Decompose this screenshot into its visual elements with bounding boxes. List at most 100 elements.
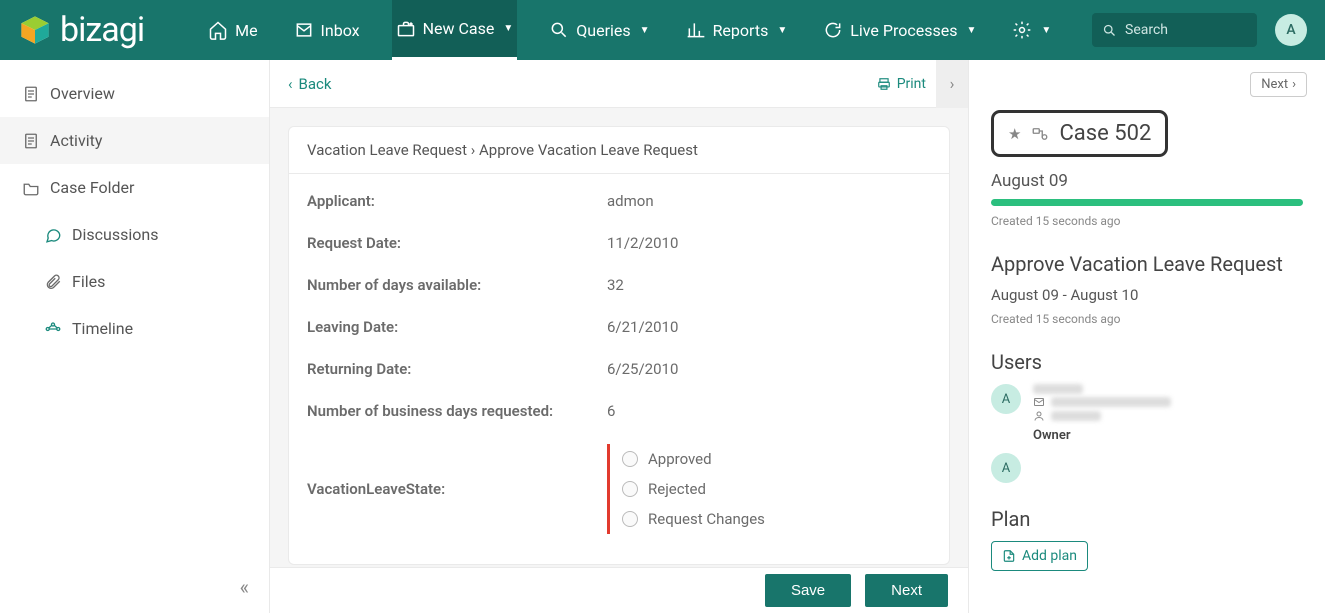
plan-heading: Plan <box>991 507 1303 531</box>
owner-label: Owner <box>1033 428 1171 443</box>
user-row-2: A <box>991 453 1303 483</box>
paperclip-icon <box>44 273 62 291</box>
search-input[interactable]: Search <box>1092 13 1257 47</box>
search-icon <box>1102 23 1117 38</box>
printer-icon <box>877 77 891 91</box>
sidebar-discussions[interactable]: Discussions <box>0 211 269 258</box>
brand-text: bizagi <box>60 10 144 50</box>
sidebar-label: Overview <box>50 84 115 103</box>
field-returning-date: Returning Date: 6/25/2010 <box>307 348 931 390</box>
radio-icon <box>622 481 638 497</box>
sidebar-label: Case Folder <box>50 178 134 197</box>
chevron-down-icon: ▼ <box>777 25 787 36</box>
chevron-down-icon: ▼ <box>966 25 976 36</box>
progress-bar <box>991 199 1303 206</box>
task-created-meta: Created 15 seconds ago <box>991 312 1303 326</box>
radio-request-changes[interactable]: Request Changes <box>622 504 765 534</box>
nav-new-case[interactable]: New Case ▼ <box>392 0 518 60</box>
case-date: August 09 <box>991 171 1303 191</box>
star-icon[interactable]: ★ <box>1008 125 1021 143</box>
user-avatar[interactable]: A <box>991 453 1021 483</box>
form-body: Applicant: admon Request Date: 11/2/2010… <box>289 174 949 564</box>
nav-reports[interactable]: Reports ▼ <box>682 0 792 60</box>
chevron-down-icon: ▼ <box>503 23 513 34</box>
briefcase-plus-icon <box>396 19 416 39</box>
sidebar-files[interactable]: Files <box>0 258 269 305</box>
nav-settings[interactable]: ▼ <box>1008 0 1055 60</box>
chevron-right-icon: › <box>1292 77 1296 92</box>
back-button[interactable]: ‹ Back <box>288 75 331 93</box>
form-footer: Save Next <box>270 567 968 613</box>
panel-next-button[interactable]: Next › <box>1250 72 1307 97</box>
nav-queries[interactable]: Queries ▼ <box>545 0 653 60</box>
field-vacation-state: VacationLeaveState: Approved Rejected <box>307 432 931 546</box>
chat-icon <box>44 226 62 244</box>
chevron-down-icon: ▼ <box>640 25 650 36</box>
nav-label: New Case <box>423 19 495 38</box>
timeline-icon <box>44 320 62 338</box>
chart-icon <box>686 20 706 40</box>
chevron-left-icon: ‹ <box>288 75 293 93</box>
sidebar-case-folder[interactable]: Case Folder <box>0 164 269 211</box>
chevron-down-icon: ▼ <box>1041 25 1051 36</box>
users-heading: Users <box>991 350 1303 374</box>
save-button[interactable]: Save <box>765 574 851 607</box>
mail-icon <box>1033 396 1045 408</box>
field-request-date: Request Date: 11/2/2010 <box>307 222 931 264</box>
nav-label: Queries <box>576 21 630 40</box>
nav-label: Reports <box>713 21 769 40</box>
inbox-icon <box>294 20 314 40</box>
sidebar-label: Files <box>72 272 105 291</box>
slide-next-button[interactable]: › <box>936 60 968 108</box>
user-email-redacted <box>1051 397 1171 407</box>
nav-me[interactable]: Me <box>204 0 261 60</box>
sidebar-label: Activity <box>50 131 102 150</box>
doc-icon <box>22 85 40 103</box>
add-plan-button[interactable]: Add plan <box>991 541 1088 571</box>
refresh-icon <box>823 20 843 40</box>
top-nav: bizagi Me Inbox New Case ▼ Queries ▼ Rep… <box>0 0 1325 60</box>
radio-icon <box>622 451 638 467</box>
user-avatar[interactable]: A <box>1275 14 1307 46</box>
state-radio-group: Approved Rejected Request Changes <box>607 444 765 534</box>
print-button[interactable]: Print <box>877 76 926 92</box>
sidebar-label: Timeline <box>72 319 133 338</box>
user-name-redacted <box>1033 384 1083 394</box>
sidebar-label: Discussions <box>72 225 158 244</box>
radio-rejected[interactable]: Rejected <box>622 474 765 504</box>
user-row-owner: A Owner <box>991 384 1303 443</box>
field-leaving-date: Leaving Date: 6/21/2010 <box>307 306 931 348</box>
nav-live-processes[interactable]: Live Processes ▼ <box>819 0 980 60</box>
bizagi-cube-icon <box>18 13 52 47</box>
nav-items: Me Inbox New Case ▼ Queries ▼ Reports ▼ … <box>204 0 1092 60</box>
home-icon <box>208 20 228 40</box>
form-card: Vacation Leave Request › Approve Vacatio… <box>288 126 950 565</box>
collapse-sidebar-button[interactable]: « <box>240 575 249 599</box>
case-created-meta: Created 15 seconds ago <box>991 214 1303 228</box>
main-content: ‹ Back Print › Vacation Leave Request › … <box>270 60 969 613</box>
radio-approved[interactable]: Approved <box>622 444 765 474</box>
search-placeholder: Search <box>1125 22 1168 38</box>
content-header: ‹ Back Print › <box>270 60 968 108</box>
case-header-box: ★ Case 502 <box>991 110 1168 157</box>
file-plus-icon <box>1002 549 1016 563</box>
nav-inbox[interactable]: Inbox <box>290 0 364 60</box>
left-sidebar: Overview Activity Case Folder Discussion… <box>0 60 270 613</box>
sidebar-overview[interactable]: Overview <box>0 70 269 117</box>
breadcrumb: Vacation Leave Request › Approve Vacatio… <box>289 127 949 174</box>
sidebar-timeline[interactable]: Timeline <box>0 305 269 352</box>
task-title: Approve Vacation Leave Request <box>991 252 1303 276</box>
nav-label: Me <box>235 21 257 40</box>
gear-icon <box>1012 20 1032 40</box>
nav-label: Inbox <box>321 21 360 40</box>
brand-logo: bizagi <box>18 10 144 50</box>
user-role-redacted <box>1051 411 1101 421</box>
field-business-days: Number of business days requested: 6 <box>307 390 931 432</box>
next-button[interactable]: Next <box>865 574 948 607</box>
doc-icon <box>22 132 40 150</box>
task-date-range: August 09 - August 10 <box>991 286 1303 304</box>
process-icon <box>1031 125 1049 143</box>
sidebar-activity[interactable]: Activity <box>0 117 269 164</box>
radio-icon <box>622 511 638 527</box>
user-avatar[interactable]: A <box>991 384 1021 414</box>
